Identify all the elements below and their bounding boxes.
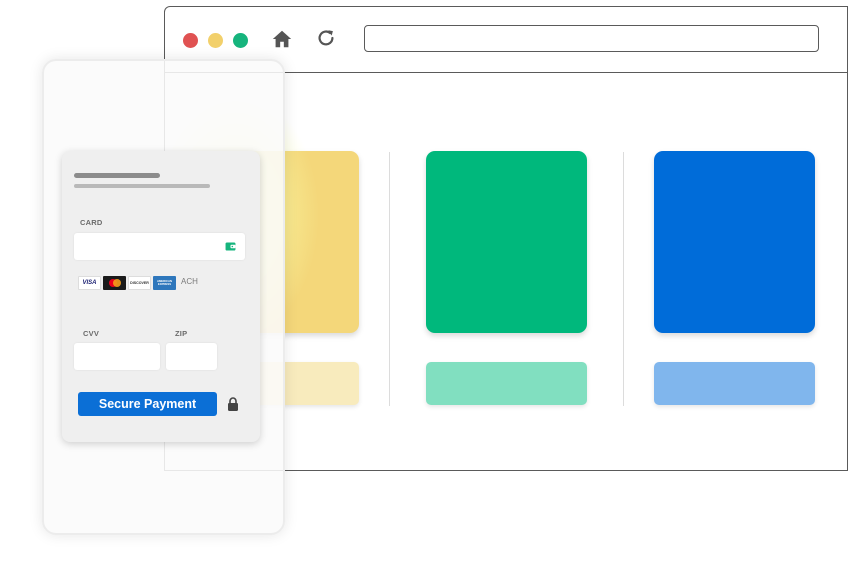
card-label: CARD xyxy=(80,218,103,227)
placeholder-subheading xyxy=(74,184,210,188)
amex-logo: AMERICAN EXPRESS xyxy=(153,276,176,290)
discover-logo: DISCOVER xyxy=(128,276,151,290)
minimize-dot[interactable] xyxy=(208,33,223,48)
payment-form: CARD VISA DISCOVER AMERICAN EXPRESS ACH … xyxy=(62,151,260,442)
zip-label: ZIP xyxy=(175,329,188,338)
column-divider xyxy=(623,152,624,406)
product-caption-blue xyxy=(654,362,815,405)
secure-payment-button[interactable]: Secure Payment xyxy=(78,392,217,416)
cvv-input[interactable] xyxy=(74,343,160,370)
reload-icon[interactable] xyxy=(315,27,337,49)
url-input[interactable] xyxy=(364,25,819,52)
wallet-icon xyxy=(225,242,236,251)
cvv-label: CVV xyxy=(83,329,100,338)
home-icon[interactable] xyxy=(271,28,293,50)
product-tile-green[interactable] xyxy=(426,151,587,333)
mastercard-logo xyxy=(103,276,126,290)
column-divider xyxy=(389,152,390,406)
zip-input[interactable] xyxy=(166,343,217,370)
visa-logo: VISA xyxy=(78,276,101,290)
close-dot[interactable] xyxy=(183,33,198,48)
maximize-dot[interactable] xyxy=(233,33,248,48)
card-number-input[interactable] xyxy=(74,233,245,260)
product-tile-blue[interactable] xyxy=(654,151,815,333)
placeholder-heading xyxy=(74,173,160,178)
ach-label: ACH xyxy=(181,277,198,286)
lock-icon xyxy=(228,397,238,411)
product-caption-green xyxy=(426,362,587,405)
